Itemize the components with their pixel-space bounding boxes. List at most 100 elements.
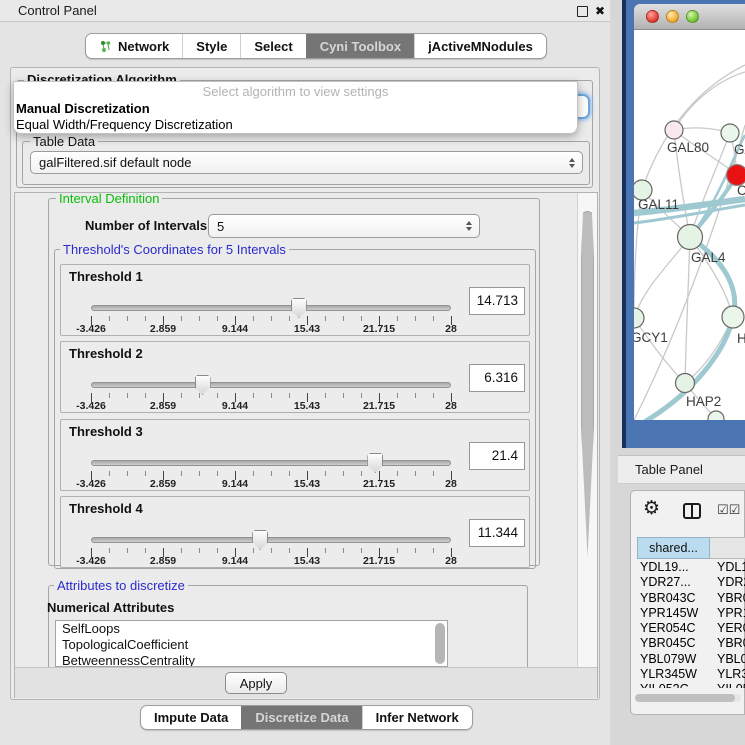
threshold-4-slider-track[interactable] bbox=[91, 537, 451, 543]
checkbox-columns-icon[interactable]: ☑☑ bbox=[717, 502, 740, 518]
tab-style[interactable]: Style bbox=[182, 34, 240, 58]
numerical-attributes-list[interactable]: SelfLoops TopologicalCoefficient Between… bbox=[55, 620, 448, 667]
tab-discretize-data[interactable]: Discretize Data bbox=[241, 706, 361, 729]
gear-icon[interactable]: ⚙ bbox=[643, 499, 660, 518]
table-row[interactable]: YBR043CYBR04 bbox=[637, 591, 745, 606]
apply-button[interactable]: Apply bbox=[225, 672, 287, 694]
column-header-shared-name[interactable]: shared... bbox=[637, 537, 710, 559]
scale-label: 2.859 bbox=[150, 555, 176, 567]
number-of-intervals-combobox[interactable]: 5 bbox=[208, 214, 480, 238]
threshold-4-slider-thumb[interactable] bbox=[252, 530, 268, 550]
scale-label: 21.715 bbox=[363, 400, 395, 412]
float-icon[interactable] bbox=[577, 6, 588, 17]
node-gcy1[interactable] bbox=[634, 308, 644, 328]
table-row[interactable]: YER054CYER05 bbox=[637, 621, 745, 636]
node-gal80[interactable] bbox=[665, 121, 683, 139]
threshold-2-slider-thumb[interactable] bbox=[195, 375, 211, 395]
split-view-icon[interactable] bbox=[683, 503, 701, 519]
table-data-label: Table Data bbox=[30, 134, 98, 149]
cell: YBR04 bbox=[710, 636, 745, 651]
threshold-2-ticks bbox=[91, 393, 452, 402]
cell: YDL19 bbox=[710, 560, 745, 575]
node-label: C bbox=[737, 183, 745, 198]
tab-network[interactable]: Network bbox=[86, 34, 182, 58]
control-panel-titlebar: Control Panel bbox=[0, 0, 610, 22]
table-row[interactable]: YDR27...YDR27 bbox=[637, 575, 745, 590]
list-item[interactable]: BetweennessCentrality bbox=[56, 653, 447, 667]
cell: YIL05 bbox=[710, 682, 745, 688]
scale-label: 21.715 bbox=[363, 478, 395, 490]
numerical-attributes-label: Numerical Attributes bbox=[47, 600, 174, 615]
table-row[interactable]: YDL19...YDL19 bbox=[637, 560, 745, 575]
threshold-2-label: Threshold 2 bbox=[69, 346, 143, 361]
tab-infer-network[interactable]: Infer Network bbox=[362, 706, 472, 729]
close-traffic-light-icon[interactable] bbox=[646, 10, 659, 23]
threshold-4-box: Threshold 4 -3.426 2.859 9.144 15.43 21.… bbox=[60, 496, 530, 568]
table-data-combobox[interactable]: galFiltered.sif default node bbox=[30, 151, 583, 174]
table-row[interactable]: YPR145WYPR14 bbox=[637, 606, 745, 621]
cell: YDL19... bbox=[637, 560, 710, 575]
apply-strip bbox=[15, 667, 597, 698]
table-row[interactable]: YBL079WYBL07 bbox=[637, 652, 745, 667]
scale-label: -3.426 bbox=[76, 400, 106, 412]
threshold-3-label: Threshold 3 bbox=[69, 424, 143, 439]
scale-label: 9.144 bbox=[222, 400, 248, 412]
node[interactable] bbox=[722, 306, 744, 328]
tab-cyni-toolbox[interactable]: Cyni Toolbox bbox=[306, 34, 414, 58]
cell: YLR345W bbox=[637, 667, 710, 682]
table-row[interactable]: YLR345WYLR34 bbox=[637, 667, 745, 682]
list-item[interactable]: TopologicalCoefficient bbox=[56, 637, 447, 653]
threshold-2-slider-track[interactable] bbox=[91, 382, 451, 388]
node-gal4[interactable] bbox=[678, 225, 703, 250]
tab-select[interactable]: Select bbox=[240, 34, 305, 58]
node-label: GAL4 bbox=[691, 250, 726, 265]
scale-label: 9.144 bbox=[222, 323, 248, 335]
tab-jactivemnodules[interactable]: jActiveMNodules bbox=[414, 34, 546, 58]
threshold-2-box: Threshold 2 -3.426 2.859 9.144 15.43 21.… bbox=[60, 341, 530, 413]
table-horizontal-scrollbar[interactable] bbox=[635, 694, 741, 702]
node-hap2[interactable] bbox=[676, 374, 695, 393]
combo-spinner-icon bbox=[466, 221, 472, 231]
scale-label: 2.859 bbox=[150, 478, 176, 490]
tab-cyni-label: Cyni Toolbox bbox=[320, 39, 401, 54]
network-canvas[interactable]: GAL80 GA C GAL11 GAL4 GCY1 H HAP2 bbox=[634, 30, 745, 420]
cell: YIL052C bbox=[637, 682, 710, 688]
algorithm-option-equal-width[interactable]: Equal Width/Frequency Discretization bbox=[14, 117, 577, 132]
tab-network-label: Network bbox=[118, 39, 169, 54]
column-header-name[interactable]: n bbox=[710, 537, 745, 559]
threshold-3-box: Threshold 3 -3.426 2.859 9.144 15.43 21.… bbox=[60, 419, 530, 491]
algorithm-option-manual[interactable]: Manual Discretization bbox=[14, 101, 577, 116]
close-icon[interactable]: ✖ bbox=[592, 0, 608, 22]
threshold-1-slider-track[interactable] bbox=[91, 305, 451, 311]
list-scrollbar[interactable] bbox=[435, 623, 445, 664]
scale-label: 2.859 bbox=[150, 323, 176, 335]
threshold-3-slider-thumb[interactable] bbox=[367, 453, 383, 473]
cell: YBL07 bbox=[710, 652, 745, 667]
table-data-value: galFiltered.sif default node bbox=[39, 152, 191, 173]
node-label: GAL11 bbox=[638, 197, 679, 212]
algorithm-popup: Select algorithm to view settings Manual… bbox=[13, 81, 578, 134]
table-horizontal-scrollbar-thumb[interactable] bbox=[635, 694, 735, 702]
threshold-3-slider-track[interactable] bbox=[91, 460, 451, 466]
threshold-1-slider-thumb[interactable] bbox=[291, 298, 307, 318]
threshold-2-value-field[interactable]: 6.316 bbox=[469, 364, 525, 392]
cell: YBR043C bbox=[637, 591, 710, 606]
attributes-group-label: Attributes to discretize bbox=[54, 578, 188, 593]
threshold-1-box: Threshold 1 -3.426 2.859 9.144 15.43 21.… bbox=[60, 264, 530, 336]
settings-scrollbar-thumb[interactable] bbox=[581, 211, 594, 557]
table-row[interactable]: YBR045CYBR04 bbox=[637, 636, 745, 651]
list-item[interactable]: SelfLoops bbox=[56, 621, 447, 637]
combo-spinner-icon bbox=[569, 158, 575, 168]
zoom-traffic-light-icon[interactable] bbox=[686, 10, 699, 23]
node[interactable] bbox=[721, 124, 739, 142]
minimize-traffic-light-icon[interactable] bbox=[666, 10, 679, 23]
network-window-titlebar[interactable] bbox=[634, 4, 745, 30]
scale-label: 15.43 bbox=[294, 478, 320, 490]
threshold-4-value-field[interactable]: 11.344 bbox=[469, 519, 525, 547]
control-panel-title: Control Panel bbox=[18, 3, 97, 18]
tab-impute-data[interactable]: Impute Data bbox=[141, 706, 241, 729]
threshold-1-value-field[interactable]: 14.713 bbox=[469, 287, 525, 315]
settings-scrollbar[interactable] bbox=[577, 193, 597, 667]
table-row[interactable]: YIL052CYIL05 bbox=[637, 682, 745, 688]
threshold-3-value-field[interactable]: 21.4 bbox=[469, 442, 525, 470]
